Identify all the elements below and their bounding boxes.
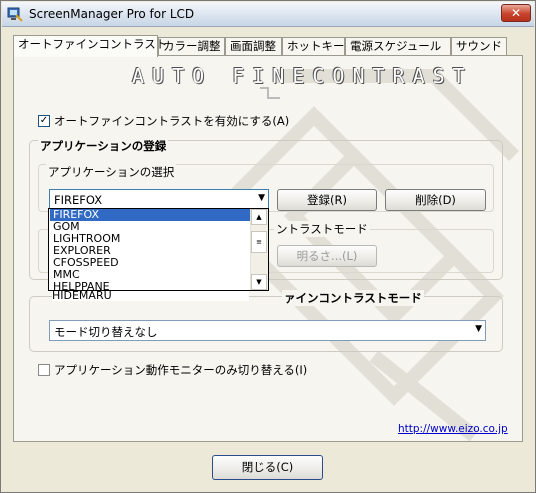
window-title: ScreenManager Pro for LCD xyxy=(29,7,195,21)
chevron-down-icon: ▼ xyxy=(258,193,265,203)
app-select-value: FIREFOX xyxy=(54,193,103,207)
app-window: ScreenManager Pro for LCD ✕ オートファインコントラス… xyxy=(0,0,536,493)
eizo-link[interactable]: http://www.eizo.co.jp xyxy=(398,423,508,435)
banner-title: AUTO FINECONTRAST xyxy=(132,64,473,88)
app-select-dropdown[interactable]: FIREFOX ▼ xyxy=(49,189,269,210)
tab-power-schedule[interactable]: 電源スケジュール xyxy=(345,37,451,55)
monitor-only-checkbox[interactable] xyxy=(38,364,50,376)
app-icon xyxy=(7,7,23,22)
dropdown-scrollbar[interactable]: ▲ ≡ ▼ xyxy=(250,209,268,290)
unregistered-mode-value: モード切り替えなし xyxy=(54,325,158,339)
chevron-down-icon: ▼ xyxy=(475,324,482,334)
enable-label: オートファインコントラストを有効にする(A) xyxy=(54,114,290,128)
app-dropdown-list[interactable]: FIREFOX GOM LIGHTROOM EXPLORER CFOSSPEED… xyxy=(48,208,269,291)
close-button[interactable]: 閉じる(C) xyxy=(212,455,323,480)
tab-sound[interactable]: サウンド xyxy=(451,37,507,55)
unregistered-mode-dropdown[interactable]: モード切り替えなし ▼ xyxy=(49,320,486,341)
close-window-button[interactable]: ✕ xyxy=(501,4,531,22)
tab-auto-finecontrast[interactable]: オートファインコントラスト xyxy=(13,35,167,57)
dropdown-option[interactable]: CFOSSPEED xyxy=(50,257,253,269)
scroll-up-icon[interactable]: ▲ xyxy=(251,209,267,225)
contrast-mode-legend: ントラストモード xyxy=(274,221,370,237)
enable-checkbox[interactable]: ✓ xyxy=(38,115,50,127)
unregistered-legend: ァインコントラストモード xyxy=(282,290,424,306)
dropdown-option[interactable]: HELPPANE xyxy=(50,281,253,291)
brightness-button[interactable]: 明るさ...(L) xyxy=(277,245,377,267)
app-registration-legend: アプリケーションの登録 xyxy=(38,138,169,154)
delete-button[interactable]: 削除(D) xyxy=(385,189,486,211)
banner-bracket-icon xyxy=(260,87,280,99)
monitor-only-label: アプリケーション動作モニターのみ切り替える(I) xyxy=(54,363,308,377)
dropdown-option[interactable]: FIREFOX xyxy=(50,209,253,221)
tab-screen-adjust[interactable]: 画面調整 xyxy=(225,37,282,55)
dropdown-option-partial[interactable]: HIDEMARU xyxy=(52,291,249,301)
tab-hotkey[interactable]: ホットキー xyxy=(282,37,345,55)
register-button[interactable]: 登録(R) xyxy=(277,189,377,211)
app-select-legend: アプリケーションの選択 xyxy=(46,164,177,180)
title-bar: ScreenManager Pro for LCD ✕ xyxy=(2,2,534,27)
scroll-down-icon[interactable]: ▼ xyxy=(251,274,267,290)
scroll-thumb[interactable]: ≡ xyxy=(251,231,267,253)
tab-color-adjust[interactable]: カラー調整 xyxy=(158,37,225,55)
